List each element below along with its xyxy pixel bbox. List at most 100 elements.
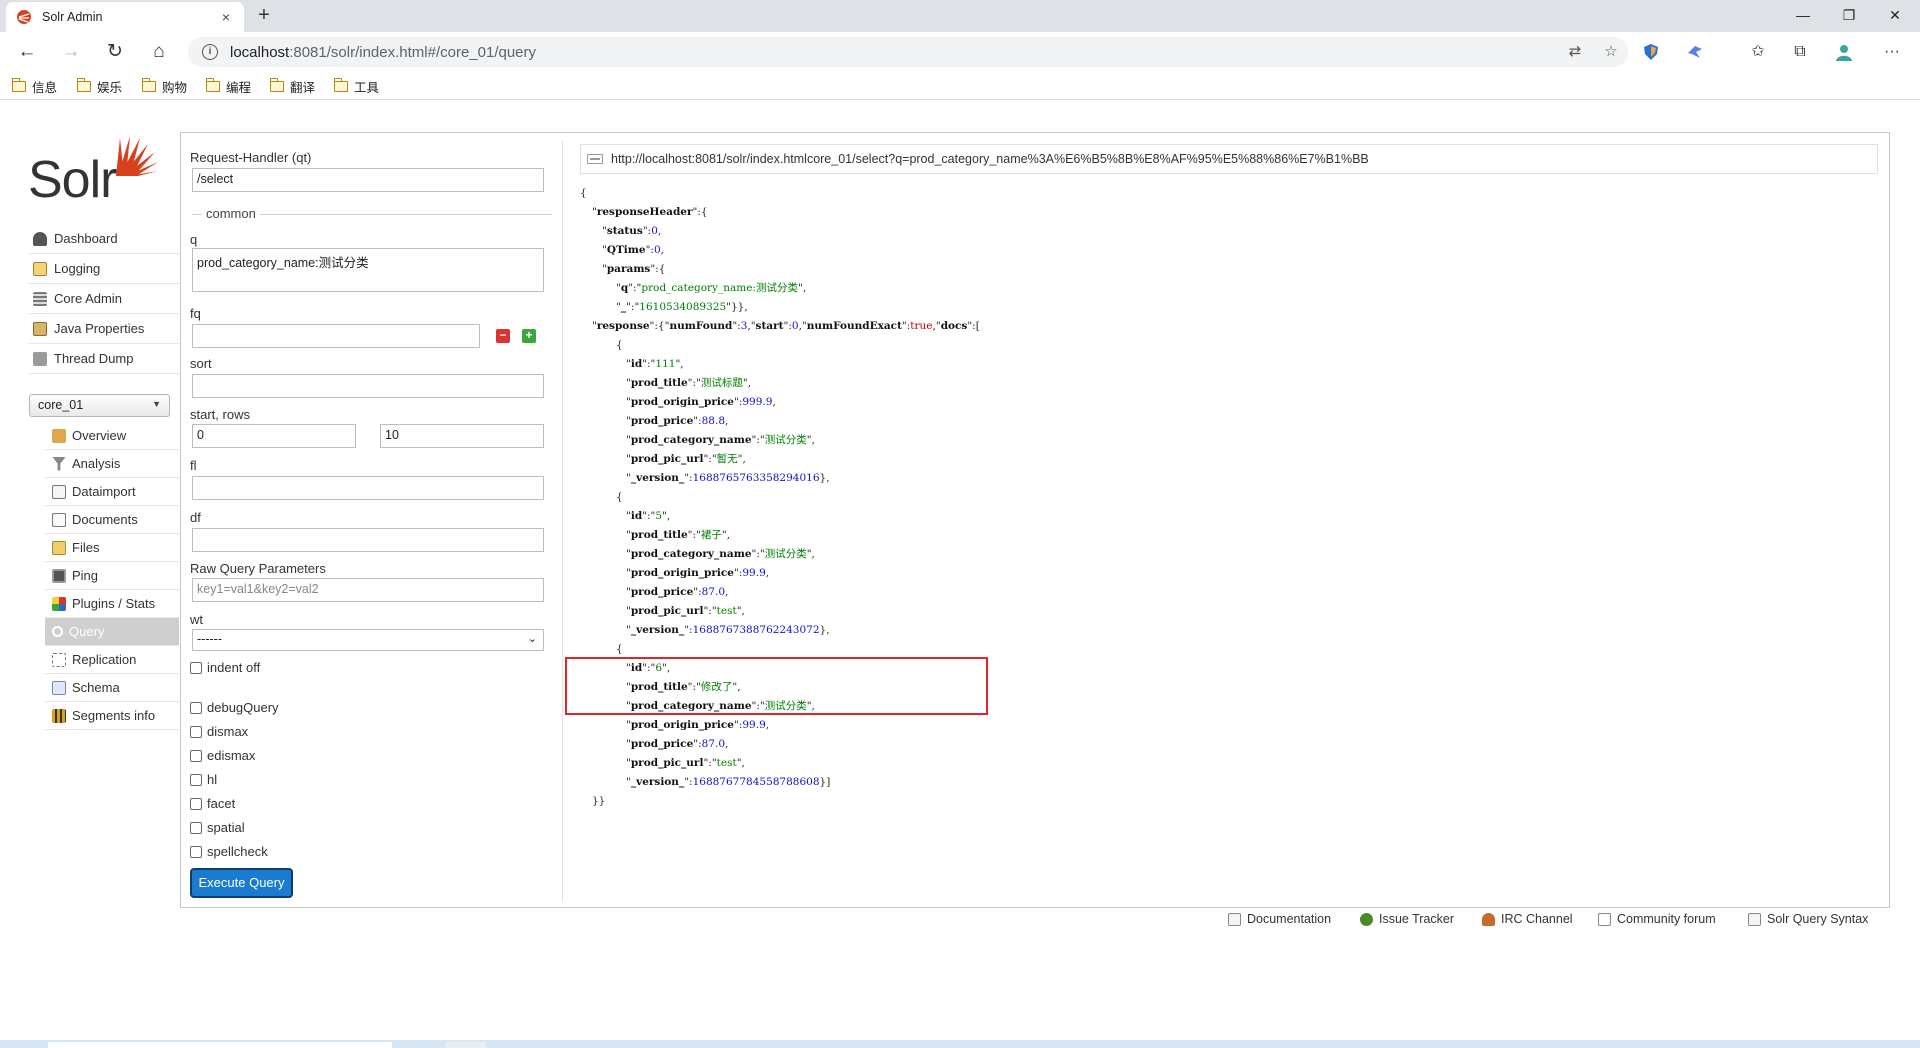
facet-checkbox[interactable]: facet [190,796,235,811]
footer-irc-channel[interactable]: IRC Channel [1482,912,1573,926]
checkbox-box [190,661,202,674]
remove-fq-icon[interactable]: − [496,329,510,343]
add-fq-icon[interactable]: + [522,329,536,343]
df-input[interactable] [192,528,544,552]
json-line: "_version_":1688765763358294016}, [626,472,830,484]
wt-select[interactable]: ------ ⌄ [192,629,544,651]
bookmark-folder[interactable]: 信息 [11,76,57,96]
raw-query-input[interactable]: key1=val1&key2=val2 [192,578,544,602]
bug-icon [1360,912,1373,926]
core-files[interactable]: Files [45,534,179,562]
home-button[interactable]: ⌂ [144,38,174,66]
reload-button[interactable]: ↻ [100,38,130,66]
minimize-button[interactable]: — [1780,0,1826,32]
start-rows-label: start, rows [190,407,250,422]
footer-issue-tracker[interactable]: Issue Tracker [1360,912,1454,926]
close-tab-icon[interactable]: × [218,9,234,25]
footer-documentation[interactable]: Documentation [1228,912,1331,926]
debugquery-checkbox[interactable]: debugQuery [190,700,279,715]
request-handler-input[interactable]: /select [192,168,544,192]
core-item-label: Replication [72,652,137,667]
indent-checkbox[interactable]: indent off [190,660,260,675]
maximize-button[interactable]: ❐ [1826,0,1872,32]
core-analysis[interactable]: Analysis [45,450,179,478]
request-url-link[interactable]: http://localhost:8081/solr/index.htmlcor… [580,144,1878,174]
bookmark-folder[interactable]: 编程 [205,76,251,96]
nav-dashboard[interactable]: Dashboard [29,224,179,254]
checkbox-label: facet [207,796,236,811]
browser-tab[interactable]: Solr Admin × [6,2,244,32]
nav-java-properties[interactable]: Java Properties [29,314,179,344]
link-icon [587,154,603,164]
rows-input[interactable]: 10 [380,424,544,448]
core-overview[interactable]: Overview [45,422,179,450]
q-textarea[interactable]: prod_category_name:测试分类 [192,248,544,292]
site-info-icon[interactable]: i [202,44,218,60]
bookmark-folder[interactable]: 购物 [141,76,187,96]
core-schema[interactable]: Schema [45,674,179,702]
core-query[interactable]: Query [45,618,179,646]
forward-button[interactable]: → [56,38,86,66]
footer-label: Issue Tracker [1379,912,1455,926]
solr-logo[interactable]: Solr [28,130,160,209]
core-documents[interactable]: Documents [45,506,179,534]
extension-shield-icon[interactable] [1642,43,1660,61]
nav-label: Thread Dump [54,351,134,366]
bookmark-folder[interactable]: 工具 [333,76,379,96]
favorites-list-icon[interactable]: ✩ [1744,38,1772,66]
favorite-star-icon[interactable]: ☆ [1598,37,1624,67]
nav-thread-dump[interactable]: Thread Dump [29,344,179,374]
spatial-checkbox[interactable]: spatial [190,820,245,835]
json-line: "_version_":1688767784558788608}] [626,776,831,788]
nav-label: Java Properties [54,321,145,336]
profile-icon[interactable] [1834,42,1854,62]
checkbox-box [190,725,202,738]
footer-solr-query-syntax[interactable]: Solr Query Syntax [1748,912,1868,926]
bookmark-folder[interactable]: 翻译 [269,76,315,96]
more-menu-icon[interactable]: ··· [1878,38,1906,66]
bookmarks-bar: 信息 娱乐 购物 编程 翻译 工具 [0,72,1920,100]
execute-query-button[interactable]: Execute Query [190,868,293,898]
sort-input[interactable] [192,374,544,398]
extension-bird-icon[interactable] [1686,43,1704,61]
nav-logging[interactable]: Logging [29,254,179,284]
checkbox-label: indent off [207,660,261,675]
taskbar-search-box[interactable] [48,1042,392,1048]
url-input[interactable]: i localhost:8081/solr/index.html#/core_0… [188,37,1628,67]
translate-icon[interactable]: ⇄ [1562,37,1588,67]
spellcheck-checkbox[interactable]: spellcheck [190,844,268,859]
start-input[interactable]: 0 [192,424,356,448]
checkbox-box [190,773,202,786]
back-button[interactable]: ← [12,38,42,66]
json-line: "_version_":1688767388762243072}, [626,624,830,636]
core-plugins-stats[interactable]: Plugins / Stats [45,590,179,618]
close-window-button[interactable]: ✕ [1872,0,1918,32]
dataimport-icon [52,484,66,499]
dashboard-icon [33,231,47,246]
json-line: "prod_origin_price":999.9, [626,396,776,408]
checkbox-box [190,821,202,834]
nav-label: Core Admin [54,291,122,306]
folder-icon [141,77,156,92]
json-line: { [616,491,623,503]
footer-community-forum[interactable]: Community forum [1598,912,1716,926]
fl-label: fl [190,458,197,473]
nav-core-admin[interactable]: Core Admin [29,284,179,314]
core-selector[interactable]: core_01 ▼ [29,394,170,417]
taskbar-item[interactable] [446,1042,486,1048]
sort-label: sort [190,356,212,371]
edismax-checkbox[interactable]: edismax [190,748,255,763]
core-dataimport[interactable]: Dataimport [45,478,179,506]
core-ping[interactable]: Ping [45,562,179,590]
checkbox-label: edismax [207,748,256,763]
hl-checkbox[interactable]: hl [190,772,217,787]
dismax-checkbox[interactable]: dismax [190,724,248,739]
new-tab-button[interactable]: + [252,4,276,28]
core-segments-info[interactable]: Segments info [45,702,179,730]
fl-input[interactable] [192,476,544,500]
core-item-label: Files [72,540,100,555]
collections-icon[interactable]: ⧉ [1786,38,1814,66]
core-replication[interactable]: Replication [45,646,179,674]
bookmark-folder[interactable]: 娱乐 [76,76,122,96]
fq-input[interactable] [192,324,480,348]
